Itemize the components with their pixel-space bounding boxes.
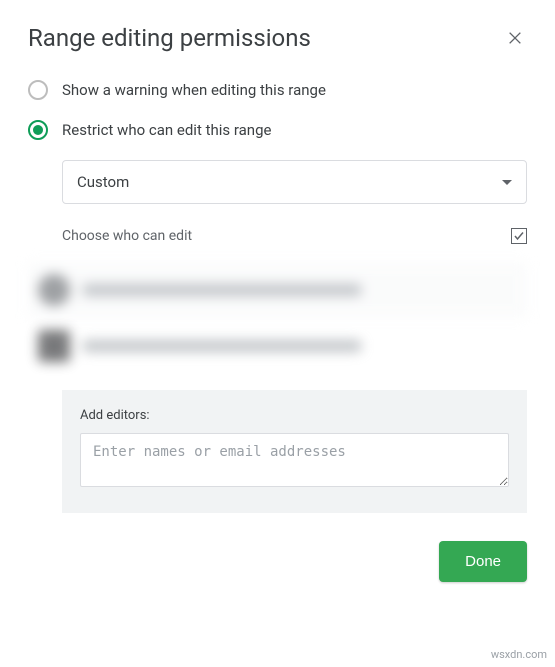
editor-name [82, 284, 362, 296]
radio-warning-label: Show a warning when editing this range [62, 81, 326, 99]
select-all-checkbox[interactable] [511, 228, 527, 244]
radio-icon-selected [28, 120, 48, 140]
radio-icon [28, 80, 48, 100]
permission-radio-group: Show a warning when editing this range R… [28, 80, 527, 140]
editor-row[interactable] [28, 318, 527, 374]
add-editors-section: Add editors: [62, 390, 527, 513]
choose-editors-label: Choose who can edit [62, 228, 192, 244]
editor-name [82, 340, 362, 352]
dialog-header: Range editing permissions [28, 24, 527, 52]
close-button[interactable] [503, 26, 527, 50]
avatar [38, 274, 70, 306]
dialog-footer: Done [28, 541, 527, 582]
radio-restrict-label: Restrict who can edit this range [62, 121, 271, 139]
watermark: wsxdn.com [491, 648, 547, 661]
avatar [38, 330, 70, 362]
restrict-select-wrap: Custom [62, 160, 527, 204]
restrict-mode-select[interactable]: Custom [62, 160, 527, 204]
editor-list [28, 262, 527, 374]
choose-editors-row: Choose who can edit [62, 228, 527, 244]
select-value: Custom [77, 173, 129, 191]
radio-restrict[interactable]: Restrict who can edit this range [28, 120, 527, 140]
radio-show-warning[interactable]: Show a warning when editing this range [28, 80, 527, 100]
chevron-down-icon [502, 180, 512, 185]
add-editors-label: Add editors: [80, 408, 509, 423]
add-editors-input[interactable] [80, 433, 509, 487]
close-icon [507, 30, 523, 46]
checkmark-icon [513, 230, 525, 242]
range-permissions-dialog: Range editing permissions Show a warning… [0, 0, 555, 606]
dialog-title: Range editing permissions [28, 24, 311, 52]
done-button[interactable]: Done [439, 541, 527, 582]
editor-row[interactable] [28, 262, 527, 318]
